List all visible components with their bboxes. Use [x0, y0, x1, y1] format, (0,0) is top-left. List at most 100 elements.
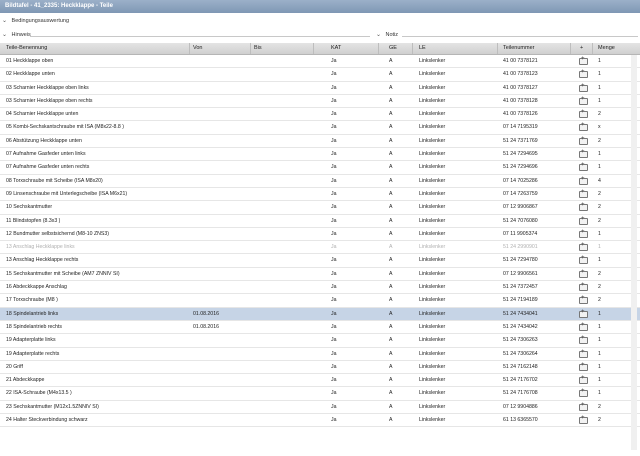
table-row[interactable]: 20 Griff Ja A Linkslenker 51 24 7162148 1 [0, 361, 640, 375]
row-le: Linkslenker [419, 417, 446, 424]
table-row[interactable]: 21 Abdeckkappe Ja A Linkslenker 51 24 717670… [0, 374, 640, 388]
table-row[interactable]: 19 Adapterplatte rechts Ja A Linkslenker 51 … [0, 348, 640, 361]
column-divider[interactable] [412, 43, 413, 54]
table-row[interactable]: 16 Abdeckkappe Anschlag Ja A Linkslenker 51 … [0, 281, 640, 295]
row-kat: Ja [331, 137, 337, 144]
add-to-cart-icon[interactable] [579, 96, 588, 105]
add-to-cart-icon[interactable] [579, 56, 588, 65]
row-le: Linkslenker [419, 137, 446, 144]
table-row[interactable]: 13 Anschlag Heckklappe rechts Ja A Linkslen… [0, 254, 640, 268]
section-bedingungsauswertung[interactable]: ⌄ Bedingungsauswertung [2, 16, 638, 27]
add-to-cart-icon[interactable] [579, 162, 588, 172]
table-row[interactable]: 24 Halter Steckverbindung schwarz Ja A Link… [0, 414, 640, 428]
table-row[interactable]: 13 Anschlag Heckklappe links Ja A Linkslenk… [0, 241, 640, 255]
add-to-cart-icon[interactable] [579, 69, 588, 79]
add-to-cart-icon[interactable] [579, 415, 588, 425]
add-to-cart-icon[interactable] [579, 202, 588, 212]
column-header-bis[interactable]: Bis [254, 43, 262, 54]
add-to-cart-icon[interactable] [579, 375, 588, 385]
column-header-teilenummer[interactable]: Teilenummer [503, 43, 534, 54]
table-row[interactable]: 10 Sechskantmutter Ja A Linkslenker 07 12 99… [0, 201, 640, 215]
table-row[interactable]: 03 Scharnier Heckklappe oben links Ja A Lin… [0, 82, 640, 95]
add-to-cart-icon[interactable] [579, 242, 588, 252]
table-row[interactable]: 02 Heckklappe unten Ja A Linkslenker 41 00 7… [0, 68, 640, 82]
add-to-cart-icon[interactable] [579, 83, 588, 92]
table-row[interactable]: 05 Kombi-Sechskantschraube mit ISA (M8x2… [0, 121, 640, 135]
add-to-cart-icon[interactable] [579, 255, 588, 265]
chevron-down-icon[interactable]: ⌄ [376, 30, 384, 41]
row-menge: 2 [598, 417, 601, 424]
column-header-ge[interactable]: GE [389, 43, 397, 54]
add-to-cart-icon[interactable] [579, 189, 588, 198]
column-header-add[interactable]: + [580, 43, 583, 54]
table-row[interactable]: 07 Aufnahme Gasfeder unten rechts Ja A Link… [0, 161, 640, 175]
table-row[interactable]: 22 ISA-Schraube (M4x13.5 ) Ja A Linkslenker… [0, 387, 640, 401]
table-row[interactable]: 08 Torxschraube mit Scheibe (ISA M8x20) J… [0, 175, 640, 188]
add-to-cart-icon[interactable] [579, 388, 588, 398]
column-header-kat[interactable]: KAT [331, 43, 341, 54]
table-row[interactable]: 12 Bundmutter selbstsichernd (M8-10 ZNS3… [0, 228, 640, 242]
row-ge: A [389, 217, 393, 224]
add-to-cart-icon[interactable] [579, 136, 588, 145]
chevron-down-icon[interactable]: ⌄ [2, 30, 10, 41]
row-le: Linkslenker [419, 97, 446, 104]
row-teilenummer: 41 00 7378123 [503, 71, 538, 78]
row-ge: A [389, 230, 393, 237]
row-teilenummer: 51 24 7294780 [503, 257, 538, 264]
add-to-cart-icon[interactable] [579, 295, 588, 305]
table-row[interactable]: 18 Spindelantrieb links 01.08.2016 Ja A Link… [0, 307, 640, 321]
row-teilenummer: 51 24 7434041 [503, 310, 538, 317]
add-to-cart-icon[interactable] [579, 309, 588, 318]
row-ge: A [389, 284, 393, 291]
add-to-cart-icon[interactable] [579, 176, 588, 185]
column-divider[interactable] [313, 43, 314, 54]
table-row[interactable]: 01 Heckklappe oben Ja A Linkslenker 41 00 73… [0, 55, 640, 69]
table-row[interactable]: 15 Sechskantmutter mit Scheibe (AM7 ZNNI… [0, 268, 640, 282]
add-to-cart-icon[interactable] [579, 216, 588, 225]
table-row[interactable]: 06 Abstützung Heckklappe unten Ja A Linksle… [0, 135, 640, 149]
column-header-name[interactable]: Teile-Benennung [6, 43, 47, 54]
column-divider[interactable] [570, 43, 571, 54]
row-le: Linkslenker [419, 377, 446, 384]
column-header-menge[interactable]: Menge [598, 43, 615, 54]
chevron-down-icon[interactable]: ⌄ [2, 16, 10, 27]
table-row[interactable]: 07 Aufnahme Gasfeder unten links Ja A Links… [0, 148, 640, 162]
row-menge: 1 [598, 377, 601, 384]
row-menge: 1 [598, 71, 601, 78]
column-divider[interactable] [378, 43, 379, 54]
add-to-cart-icon[interactable] [579, 349, 588, 358]
add-to-cart-icon[interactable] [579, 229, 588, 238]
table-row[interactable]: 18 Spindelantrieb rechts 01.08.2016 Ja A Lin… [0, 321, 640, 335]
row-kat: Ja [331, 323, 337, 330]
add-to-cart-icon[interactable] [579, 149, 588, 159]
add-to-cart-icon[interactable] [579, 335, 588, 345]
row-ge: A [389, 84, 393, 91]
add-to-cart-icon[interactable] [579, 122, 588, 132]
section-hinweis[interactable]: ⌄ Hinweis [2, 30, 372, 41]
table-row[interactable]: 09 Linsenschraube mit Unterlegscheibe (I… [0, 188, 640, 202]
table-row[interactable]: 04 Scharnier Heckklappe unten Ja A Linkslen… [0, 108, 640, 122]
column-divider[interactable] [250, 43, 251, 54]
section-notiz[interactable]: ⌄ Notiz [376, 30, 638, 41]
add-to-cart-icon[interactable] [579, 282, 588, 292]
add-to-cart-icon[interactable] [579, 109, 588, 119]
column-divider[interactable] [189, 43, 190, 54]
column-header-von[interactable]: Von [193, 43, 202, 54]
table-row[interactable]: 03 Scharnier Heckklappe oben rechts Ja A Li… [0, 95, 640, 109]
section-label: Hinweis [11, 32, 31, 38]
row-teilenummer: 07 14 7263759 [503, 190, 538, 197]
add-to-cart-icon[interactable] [579, 322, 588, 331]
add-to-cart-icon[interactable] [579, 362, 588, 371]
column-divider[interactable] [592, 43, 593, 54]
column-divider[interactable] [497, 43, 498, 54]
add-to-cart-icon[interactable] [579, 269, 588, 278]
table-row[interactable]: 19 Adapterplatte links Ja A Linkslenker 51 2… [0, 334, 640, 348]
table-row[interactable]: 11 Blindstopfen (8.3x3 ) Ja A Linkslenker 51… [0, 215, 640, 228]
table-row[interactable]: 23 Sechskantmutter (M12x1.5ZNNIV SI) Ja A L… [0, 401, 640, 415]
row-le: Linkslenker [419, 363, 446, 370]
add-to-cart-icon[interactable] [579, 402, 588, 411]
parts-table-body: 01 Heckklappe oben Ja A Linkslenker 41 00 73… [0, 55, 640, 428]
table-row[interactable]: 17 Torxschraube (M8 ) Ja A Linkslenker 51 24… [0, 294, 640, 308]
column-header-le[interactable]: LE [419, 43, 426, 54]
vertical-scrollbar[interactable] [631, 55, 637, 450]
